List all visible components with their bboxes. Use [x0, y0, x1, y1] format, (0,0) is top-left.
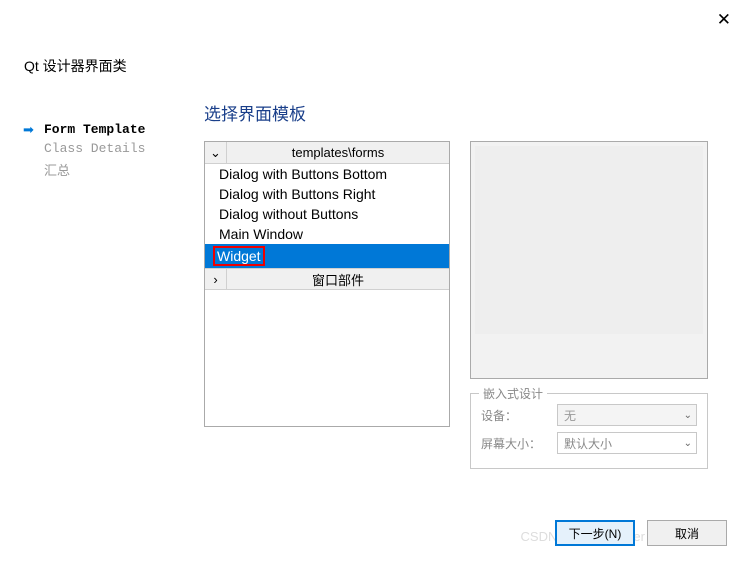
- screensize-value: 默认大小: [564, 435, 612, 452]
- cancel-button[interactable]: 取消: [647, 520, 727, 546]
- tree-root-label: templates\forms: [227, 145, 449, 160]
- tree-item[interactable]: Dialog with Buttons Right: [205, 184, 449, 204]
- template-tree[interactable]: ⌄ templates\forms Dialog with Buttons Bo…: [204, 141, 450, 427]
- section-title: 选择界面模板: [204, 100, 733, 125]
- tree-item-label: Widget: [213, 246, 265, 266]
- template-row: ⌄ templates\forms Dialog with Buttons Bo…: [204, 141, 733, 469]
- device-combo[interactable]: 无 ⌄: [557, 404, 697, 426]
- tree-root[interactable]: ⌄ templates\forms: [205, 142, 449, 164]
- tree-item[interactable]: Main Window: [205, 224, 449, 244]
- chevron-right-icon[interactable]: ›: [205, 269, 227, 289]
- device-row: 设备： 无 ⌄: [481, 404, 697, 426]
- tree-item[interactable]: Dialog without Buttons: [205, 204, 449, 224]
- embedded-design-group: 嵌入式设计 设备： 无 ⌄ 屏幕大小： 默认大小 ⌄: [470, 393, 708, 469]
- right-column: 嵌入式设计 设备： 无 ⌄ 屏幕大小： 默认大小 ⌄: [470, 141, 708, 469]
- tree-subgroup[interactable]: › 窗口部件: [205, 268, 449, 290]
- next-button[interactable]: 下一步(N): [555, 520, 635, 546]
- tree-item[interactable]: Dialog with Buttons Bottom: [205, 164, 449, 184]
- main-area: 选择界面模板 ⌄ templates\forms Dialog with But…: [204, 100, 733, 469]
- close-icon[interactable]: ✕: [717, 10, 731, 30]
- chevron-down-icon[interactable]: ⌄: [205, 142, 227, 163]
- group-legend: 嵌入式设计: [479, 385, 547, 402]
- dialog-title: Qt 设计器界面类: [24, 56, 127, 76]
- screensize-combo[interactable]: 默认大小 ⌄: [557, 432, 697, 454]
- steps-list: Form Template Class Details 汇总: [22, 100, 184, 469]
- step-class-details: Class Details: [22, 139, 184, 158]
- tree-subgroup-label: 窗口部件: [227, 270, 449, 289]
- step-form-template: Form Template: [22, 120, 184, 139]
- chevron-down-icon: ⌄: [684, 438, 692, 449]
- device-value: 无: [564, 407, 576, 424]
- chevron-down-icon: ⌄: [684, 410, 692, 421]
- screensize-row: 屏幕大小： 默认大小 ⌄: [481, 432, 697, 454]
- tree-item-selected[interactable]: Widget: [205, 244, 449, 268]
- device-label: 设备：: [481, 407, 551, 424]
- content-area: Form Template Class Details 汇总 选择界面模板 ⌄ …: [22, 100, 733, 469]
- preview-box: [470, 141, 708, 379]
- preview-widget: [475, 146, 703, 334]
- button-bar: 下一步(N) 取消: [555, 520, 727, 546]
- screensize-label: 屏幕大小：: [481, 435, 551, 452]
- step-summary: 汇总: [22, 158, 184, 181]
